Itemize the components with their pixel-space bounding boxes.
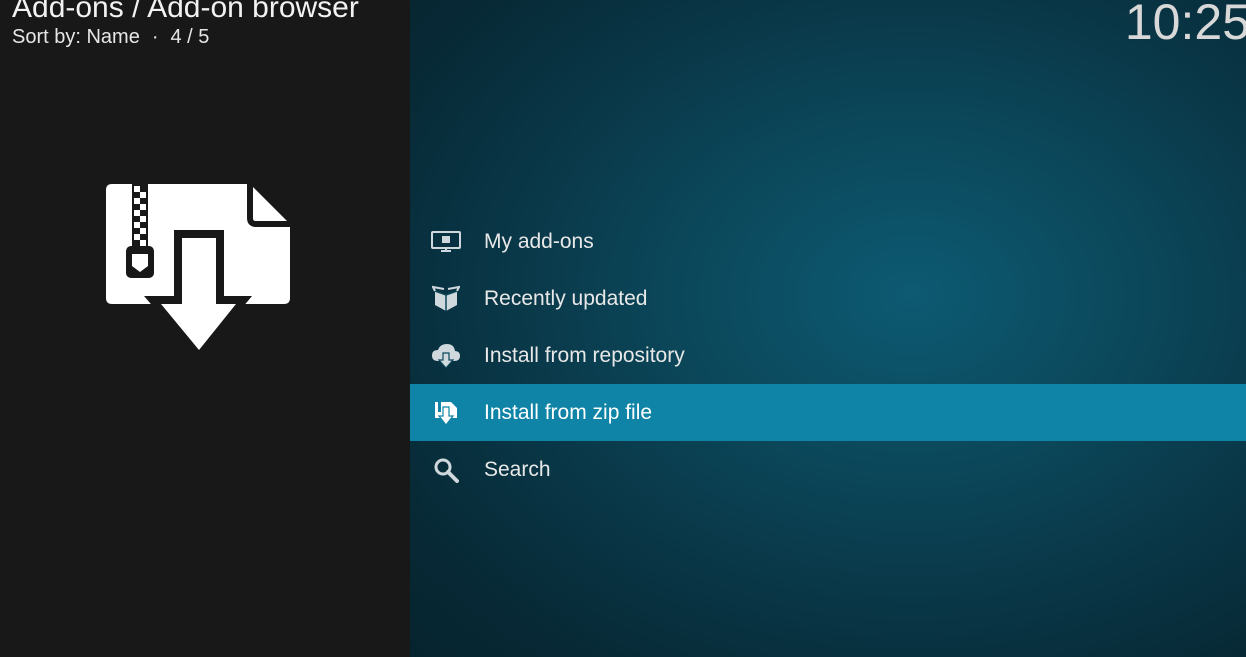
menu-item-search[interactable]: Search (410, 441, 1246, 498)
menu-item-install-from-zip[interactable]: Install from zip file (410, 384, 1246, 441)
menu-item-label: Recently updated (484, 286, 648, 310)
menu-item-label: Install from zip file (484, 400, 653, 424)
sort-label[interactable]: Sort by: Name (12, 26, 140, 48)
info-panel: Add-ons / Add-on browser Sort by: Name · 4… (0, 0, 410, 657)
zip-file-icon (430, 397, 462, 429)
menu-item-recently-updated[interactable]: Recently updated (410, 270, 1246, 327)
monitor-addon-icon (430, 226, 462, 258)
menu-item-label: Search (484, 457, 551, 481)
page-title: Add-ons / Add-on browser (12, 0, 359, 24)
open-box-icon (430, 283, 462, 315)
cloud-download-icon (430, 340, 462, 372)
menu-item-my-addons[interactable]: My add-ons (410, 213, 1246, 270)
menu-item-label: My add-ons (484, 229, 594, 253)
zip-download-icon (106, 184, 290, 360)
separator: · (151, 26, 159, 48)
clock: 10:25 (1124, 0, 1246, 50)
addon-menu: My add-ons Recently updated Install from… (410, 213, 1246, 498)
menu-item-label: Install from repository (484, 343, 685, 367)
search-icon (430, 454, 462, 486)
item-position: 4 / 5 (170, 26, 210, 48)
sort-info: Sort by: Name · 4 / 5 (12, 24, 209, 50)
addon-browser-screen: Add-ons / Add-on browser Sort by: Name · 4… (0, 0, 1246, 657)
menu-item-install-from-repository[interactable]: Install from repository (410, 327, 1246, 384)
